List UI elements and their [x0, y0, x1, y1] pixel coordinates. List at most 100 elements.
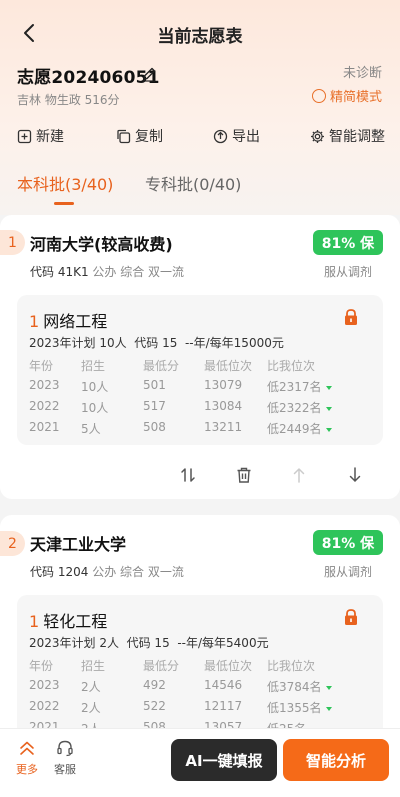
header-min-score: 最低分: [143, 659, 180, 673]
university-index: 2: [0, 531, 25, 556]
cell-enroll: 2人: [81, 701, 101, 715]
major-title: 1 轻化工程: [29, 608, 107, 632]
university-name: 河南大学(较高收费): [30, 235, 173, 254]
copy-label: 复制: [135, 129, 163, 145]
more-button[interactable]: 更多: [11, 739, 43, 777]
header-year: 年份: [29, 659, 54, 673]
history-header-row: 年份 招生 最低分 最低位次 比我位次: [17, 657, 383, 675]
tab-undergraduate[interactable]: 本科批(3/40): [17, 171, 113, 195]
lock-icon[interactable]: [343, 308, 359, 326]
smart-adjust-label: 智能调整: [329, 129, 385, 145]
export-icon: [213, 129, 228, 143]
cell-min-rank: 13079: [204, 378, 243, 392]
cell-year: 2022: [29, 399, 60, 413]
cell-min-rank: 13084: [204, 399, 243, 413]
cell-rank-diff: 低2317名: [267, 378, 332, 395]
university-card[interactable]: 1 河南大学(较高收费) 81% 保 代码 41K1 公办 综合 双一流 服从调…: [0, 215, 400, 499]
delete-icon[interactable]: [235, 466, 253, 484]
university-code: 代码 1204: [30, 565, 89, 579]
major-name: 网络工程: [43, 312, 108, 331]
down-triangle-icon: [325, 427, 332, 432]
cell-year: 2023: [29, 678, 60, 692]
major-box[interactable]: 1 网络工程 2023年计划 10人 代码 15 --年/每年15000元 年份 …: [17, 295, 383, 445]
volunteer-subtitle: 吉林 物生政 516分: [17, 93, 120, 107]
copy-icon: [117, 129, 131, 143]
headset-icon: [57, 740, 73, 757]
smart-adjust-button[interactable]: 智能调整: [310, 126, 385, 146]
obey-adjustment: 服从调剂: [323, 265, 372, 279]
gear-icon: [311, 129, 324, 143]
major-index: 1: [29, 612, 40, 631]
cell-min-score: 492: [143, 678, 166, 692]
university-meta: 代码 1204 公办 综合 双一流: [30, 563, 184, 580]
history-row: 2022 2人 522 12117 低1355名: [17, 699, 383, 717]
tab-junior-college[interactable]: 专科批(0/40): [145, 171, 241, 195]
probability-badge: 81% 保: [313, 230, 383, 255]
cell-min-score: 517: [143, 399, 166, 413]
down-triangle-icon: [325, 706, 332, 711]
history-row: 2023 10人 501 13079 低2317名: [17, 378, 383, 396]
university-name: 天津工业大学: [30, 535, 127, 554]
more-label: 更多: [16, 763, 38, 776]
header-min-rank: 最低位次: [204, 659, 253, 673]
probability-badge: 81% 保: [313, 530, 383, 555]
toolbar: 新建 复制 导出 智能调整: [0, 126, 400, 148]
simple-mode-label: 精简模式: [329, 90, 382, 105]
rank-diff-text: 低3784名: [267, 680, 322, 694]
cell-min-score: 522: [143, 699, 166, 713]
header-year: 年份: [29, 359, 54, 373]
cell-enroll: 10人: [81, 401, 109, 415]
cell-rank-diff: 低3784名: [267, 678, 332, 695]
header-rank-diff: 比我位次: [267, 359, 316, 373]
history-row: 2021 5人 508 13211 低2449名: [17, 420, 383, 438]
cell-min-rank: 13211: [204, 420, 243, 434]
major-box[interactable]: 1 轻化工程 2023年计划 2人 代码 15 --年/每年5400元 年份 招生…: [17, 595, 383, 745]
card-actions: [0, 466, 400, 490]
new-button[interactable]: 新建: [17, 126, 64, 146]
cell-rank-diff: 低2322名: [267, 399, 332, 416]
move-up-icon[interactable]: [290, 466, 308, 484]
rank-diff-text: 低2317名: [267, 380, 322, 394]
header-enroll: 招生: [81, 659, 106, 673]
customer-service-button[interactable]: 客服: [49, 739, 81, 777]
radio-icon: [311, 88, 326, 103]
volunteer-name: 志愿202406051: [17, 68, 160, 88]
university-tags: 公办 综合 双一流: [92, 265, 185, 279]
diagnosis-status: 未诊断: [342, 66, 382, 81]
export-button[interactable]: 导出: [213, 126, 260, 146]
service-label: 客服: [54, 763, 76, 776]
university-code: 代码 41K1: [30, 265, 89, 279]
history-header-row: 年份 招生 最低分 最低位次 比我位次: [17, 357, 383, 375]
lock-icon[interactable]: [343, 608, 359, 626]
down-triangle-icon: [325, 406, 332, 411]
cell-year: 2022: [29, 699, 60, 713]
cell-enroll: 2人: [81, 680, 101, 694]
edit-icon[interactable]: [141, 66, 157, 82]
history-row: 2022 10人 517 13084 低2322名: [17, 399, 383, 417]
cell-enroll: 10人: [81, 380, 109, 394]
ai-fill-button[interactable]: AI一键填报: [171, 739, 277, 781]
nav-bar: 当前志愿表: [0, 0, 400, 66]
header-enroll: 招生: [81, 359, 106, 373]
copy-button[interactable]: 复制: [116, 126, 163, 146]
header-min-score: 最低分: [143, 359, 180, 373]
header-rank-diff: 比我位次: [267, 659, 316, 673]
rank-diff-text: 低2322名: [267, 401, 322, 415]
export-label: 导出: [232, 129, 260, 145]
cell-year: 2021: [29, 420, 60, 434]
obey-adjustment: 服从调剂: [323, 565, 372, 579]
plus-square-icon: [17, 129, 32, 143]
cell-year: 2023: [29, 378, 60, 392]
batch-tabs: 本科批(3/40) 专科批(0/40): [0, 171, 400, 207]
history-row: 2023 2人 492 14546 低3784名: [17, 678, 383, 696]
cell-rank-diff: 低2449名: [267, 420, 332, 437]
move-down-icon[interactable]: [346, 466, 364, 484]
smart-analyze-button[interactable]: 智能分析: [283, 739, 389, 781]
simple-mode-toggle[interactable]: 精简模式: [311, 86, 382, 105]
university-index: 1: [0, 230, 25, 255]
cell-enroll: 5人: [81, 422, 101, 436]
down-triangle-icon: [325, 685, 332, 690]
rank-diff-text: 低2449名: [267, 422, 322, 436]
swap-icon[interactable]: [179, 466, 197, 484]
university-card[interactable]: 2 天津工业大学 81% 保 代码 1204 公办 综合 双一流 服从调剂 1轻…: [0, 515, 400, 755]
